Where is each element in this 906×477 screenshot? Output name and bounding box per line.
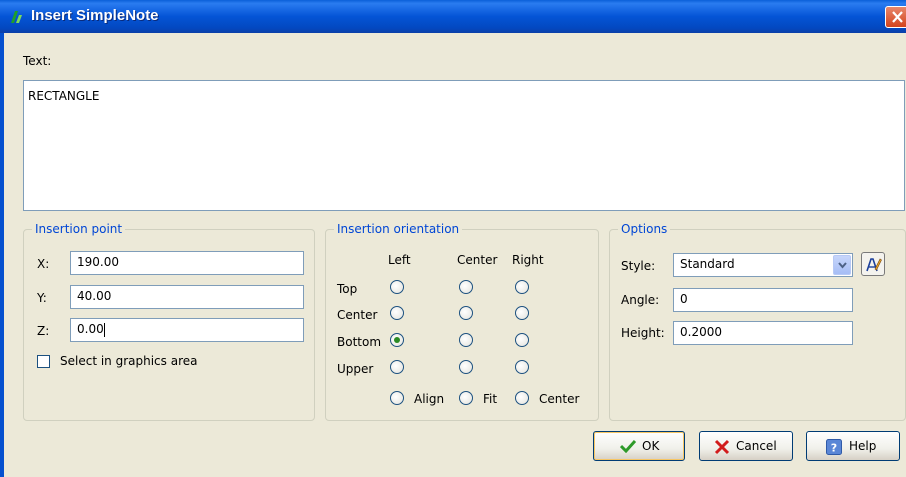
y-field[interactable]: 40.00 [70,285,304,309]
title-bar[interactable]: Insert SimpleNote [0,0,906,33]
text-label: Text: [23,54,52,68]
y-label: Y: [37,291,47,305]
radio-bottom-left[interactable] [390,333,404,347]
style-select-value: Standard [680,257,735,271]
radio-upper-center[interactable] [459,360,473,374]
row-upper-label: Upper [337,362,374,376]
style-select[interactable]: Standard [673,253,853,277]
x-field[interactable]: 190.00 [70,251,304,275]
radio-upper-right[interactable] [515,360,529,374]
height-field[interactable]: 0.2000 [673,321,853,345]
radio-fit-label: Fit [483,392,498,406]
insertion-point-title: Insertion point [32,222,126,236]
radio-bottom-right[interactable] [515,333,529,347]
insert-simplenote-dialog: Insert SimpleNote Text: RECTANGLE Insert… [0,0,906,477]
column-center-label: Center [457,253,498,267]
z-field-value: 0.00 [77,322,104,336]
window-frame-left [0,33,4,477]
note-text-area[interactable]: RECTANGLE [23,80,905,211]
radio-center-left[interactable] [390,306,404,320]
radio-top-right[interactable] [515,280,529,294]
column-right-label: Right [512,253,544,267]
help-button[interactable]: ? Help [806,431,900,461]
options-title: Options [618,222,671,236]
height-label: Height: [621,326,665,340]
dropdown-arrow[interactable] [833,255,851,275]
svg-text:?: ? [831,442,837,455]
close-button[interactable] [885,6,906,28]
radio-top-center[interactable] [459,280,473,294]
radio-center-right[interactable] [515,306,529,320]
angle-label: Angle: [621,293,660,307]
ok-button[interactable]: OK [593,431,685,461]
row-bottom-label: Bottom [337,335,382,349]
select-in-graphics-checkbox[interactable] [37,355,50,368]
cancel-label: Cancel [736,439,777,453]
radio-bottom-center[interactable] [459,333,473,347]
check-icon [619,439,637,456]
x-icon [714,439,730,458]
text-caret [103,322,105,337]
column-left-label: Left [388,253,411,267]
x-label: X: [37,257,50,271]
close-icon [892,11,903,23]
radio-center-center[interactable] [459,306,473,320]
style-label: Style: [621,259,656,273]
row-top-label: Top [337,282,358,296]
chevron-down-icon [838,262,847,269]
radio-fit[interactable] [459,391,473,405]
radio-top-left[interactable] [390,280,404,294]
row-center-label: Center [337,308,378,322]
radio-upper-left[interactable] [390,360,404,374]
radio-align[interactable] [390,391,404,405]
insertion-orientation-title: Insertion orientation [334,222,463,236]
window-title: Insert SimpleNote [31,7,159,24]
style-edit-button[interactable] [861,252,885,276]
text-style-edit-icon [866,258,882,272]
help-icon: ? [826,439,842,458]
z-field[interactable]: 0.00 [70,318,304,342]
cancel-button[interactable]: Cancel [699,431,793,461]
angle-field[interactable]: 0 [673,288,853,312]
radio-center-extra-label: Center [539,392,580,406]
radio-align-label: Align [414,392,445,406]
help-label: Help [849,439,877,453]
z-label: Z: [37,324,50,338]
radio-center-extra[interactable] [515,391,529,405]
simplenote-app-icon [9,9,25,25]
select-in-graphics-label: Select in graphics area [60,354,198,368]
ok-label: OK [642,439,660,453]
